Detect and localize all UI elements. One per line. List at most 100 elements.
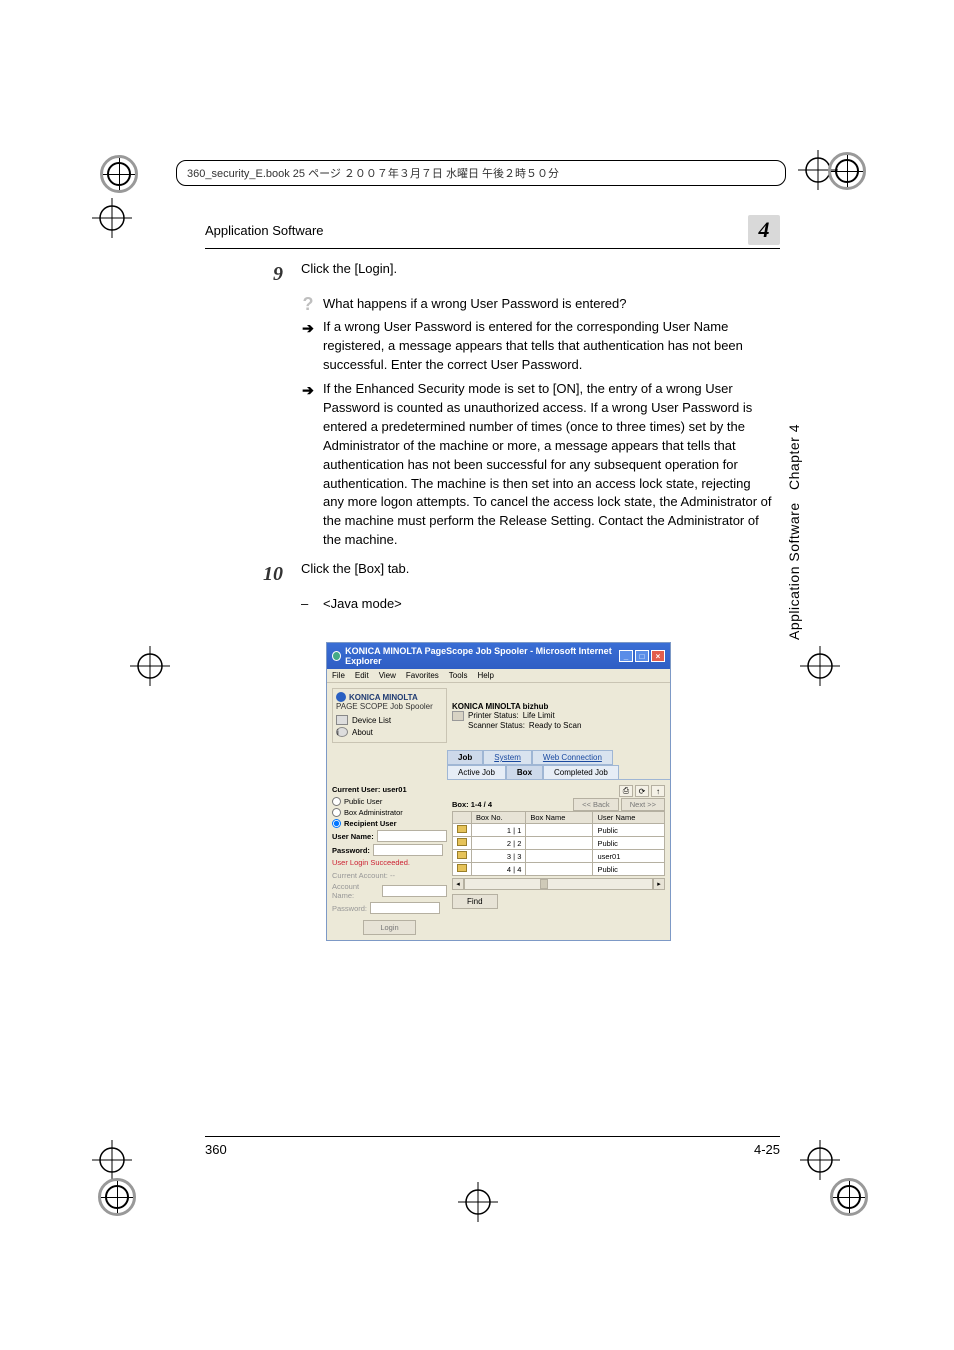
device-list-icon [336,715,348,725]
running-header-text: Application Software [205,223,324,238]
close-button[interactable]: × [651,650,665,662]
sub-text: <Java mode> [323,595,402,614]
user-name-input[interactable] [377,830,447,842]
current-account-label: Current Account: [332,871,388,880]
scroll-right-button[interactable]: ▸ [653,878,665,890]
table-row[interactable]: 4 | 4 Public [453,863,665,876]
menu-help[interactable]: Help [477,671,493,680]
question-mark-icon: ? [301,295,315,314]
crop-crosshair [92,198,132,238]
print-icon[interactable]: ⎙ [619,785,633,797]
side-chapter-label: Chapter 4 [786,424,802,490]
tab-job[interactable]: Job [447,750,483,765]
about-icon: i [336,727,348,737]
horizontal-scrollbar[interactable]: ◂ ▸ [452,878,665,890]
cell-user-name: Public [593,837,665,850]
scroll-track[interactable] [464,878,653,890]
cell-box-no: 3 | 3 [472,850,526,863]
col-user-name[interactable]: User Name [593,812,665,824]
login-button[interactable]: Login [363,920,415,935]
brand-name: KONICA MINOLTA [349,693,418,702]
menu-favorites[interactable]: Favorites [406,671,439,680]
refresh-icon[interactable]: ⟳ [635,785,649,797]
table-row[interactable]: 3 | 3user01 [453,850,665,863]
box-icon [457,838,467,846]
table-row[interactable]: 2 | 2 Public [453,837,665,850]
footer-rule [205,1136,780,1137]
tab-web-connection[interactable]: Web Connection [532,750,613,765]
crop-crosshair [130,646,170,686]
current-user-label: Current User: [332,785,380,794]
menu-view[interactable]: View [379,671,396,680]
current-user-value: user01 [382,785,406,794]
arrow-icon: ➔ [301,318,315,375]
user-name-label: User Name: [332,832,374,841]
box-icon [457,825,467,833]
about-link[interactable]: About [352,728,373,737]
cell-box-no: 2 | 2 [472,837,526,850]
box-list-panel: ⎙ ⟳ ↑ Box: 1-4 / 4 << Back Next >> Box N… [452,785,665,935]
account-name-label: Account Name: [332,882,379,900]
menu-tools[interactable]: Tools [449,671,468,680]
subtab-active-job[interactable]: Active Job [447,765,506,779]
device-list-link[interactable]: Device List [352,716,391,725]
crop-mark-ring [100,155,138,193]
back-button[interactable]: << Back [573,798,619,811]
crop-mark-ring-grey [830,1178,868,1216]
answer-text: If the Enhanced Security mode is set to … [323,380,775,550]
table-row[interactable]: 1 | 1 Public [453,824,665,837]
label-recipient-user: Recipient User [344,819,397,828]
brand-subtitle: PAGE SCOPE Job Spooler [336,702,443,711]
box-icon-cell [453,824,472,837]
login-panel: Current User: user01 Public User Box Adm… [332,785,447,935]
scroll-left-button[interactable]: ◂ [452,878,464,890]
scanner-status-value: Ready to Scan [529,721,581,730]
menu-edit[interactable]: Edit [355,671,369,680]
printer-status-label: Printer Status: [468,711,519,721]
printer-icon [452,711,464,721]
cell-user-name: Public [593,863,665,876]
ie-menubar[interactable]: File Edit View Favorites Tools Help [327,669,670,683]
scanner-status-label: Scanner Status: [468,721,525,730]
scroll-thumb[interactable] [540,879,548,889]
window-titlebar: KONICA MINOLTA PageScope Job Spooler - M… [327,643,670,669]
minimize-button[interactable]: _ [619,650,633,662]
cell-user-name: Public [593,824,665,837]
password-label: Password: [332,846,370,855]
app-window: KONICA MINOLTA PageScope Job Spooler - M… [326,642,671,941]
col-box-no[interactable]: Box No. [472,812,526,824]
col-box-name[interactable]: Box Name [526,812,593,824]
question-text: What happens if a wrong User Password is… [323,295,627,314]
radio-public-user[interactable] [332,797,341,806]
step-number: 9 [255,260,283,289]
next-button[interactable]: Next >> [621,798,665,811]
cell-box-no: 4 | 4 [472,863,526,876]
password-input[interactable] [373,844,443,856]
col-icon[interactable] [453,812,472,824]
side-section-label: Application Software [786,502,802,640]
cell-box-no: 1 | 1 [472,824,526,837]
subtab-box[interactable]: Box [506,765,543,779]
tab-system[interactable]: System [483,750,532,765]
account-name-input[interactable] [382,885,447,897]
subtab-completed-job[interactable]: Completed Job [543,765,619,779]
menu-file[interactable]: File [332,671,345,680]
maximize-button[interactable]: □ [635,650,649,662]
step-text: Click the [Login]. [301,260,775,289]
device-name: KONICA MINOLTA bizhub [452,702,665,711]
radio-box-admin[interactable] [332,808,341,817]
account-password-input[interactable] [370,902,440,914]
find-button[interactable]: Find [452,894,498,909]
footer-right: 4-25 [754,1142,780,1157]
crop-crosshair [800,646,840,686]
cell-box-name [526,863,593,876]
up-icon[interactable]: ↑ [651,785,665,797]
box-icon-cell [453,850,472,863]
header-file-info: 360_security_E.book 25 ページ ２００７年３月７日 水曜日… [176,160,786,186]
window-title: KONICA MINOLTA PageScope Job Spooler - M… [345,646,619,666]
chapter-number-tab: 4 [748,215,780,245]
box-table: Box No. Box Name User Name 1 | 1Public2 … [452,811,665,876]
box-icon [457,851,467,859]
crop-crosshair [92,1140,132,1180]
radio-recipient-user[interactable] [332,819,341,828]
